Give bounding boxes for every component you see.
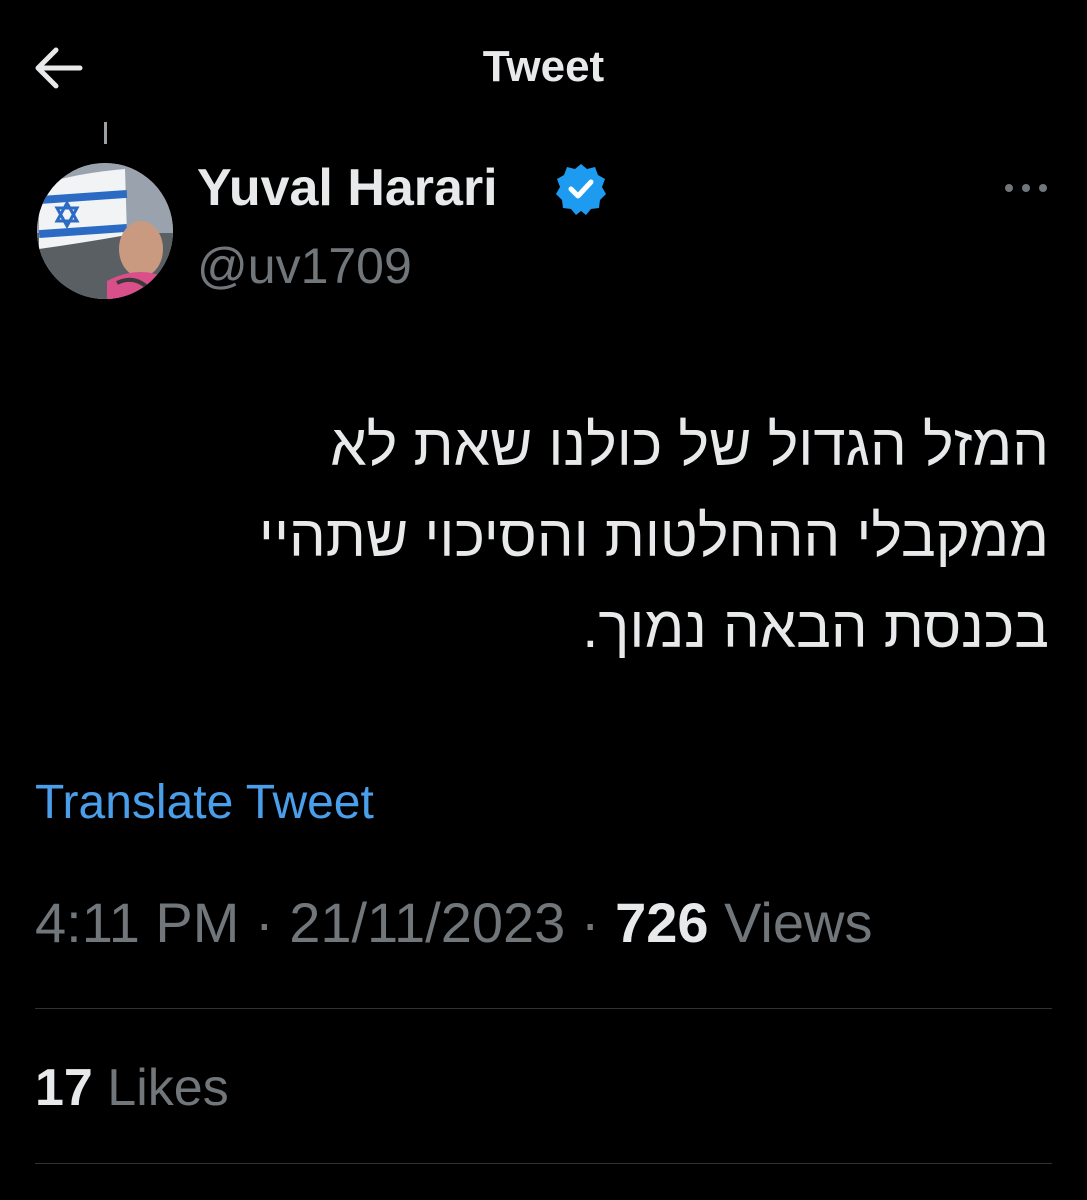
tweet-text-line: בכנסת הבאה נמוך. [582,595,1049,660]
likes-stat[interactable]: 17 Likes [35,1058,229,1118]
divider [35,1008,1052,1009]
meta-separator: · [254,891,274,954]
verified-badge-icon [553,161,609,217]
more-horizontal-icon [1005,184,1047,192]
page-title: Tweet [482,42,605,91]
author-display-name[interactable]: Yuval Harari [197,158,498,218]
tweet-text-line: ממקבלי ההחלטות והסיכוי שתהיי [258,504,1049,569]
meta-separator: · [580,891,600,954]
views-count: 726 [615,891,709,954]
top-bar: Tweet [0,0,1087,130]
divider [35,1163,1052,1164]
translate-tweet-link[interactable]: Translate Tweet [35,775,374,830]
tweet-text: המזל הגדול של כולנו שאת לא ממקבלי ההחלטו… [49,400,1049,673]
likes-count: 17 [35,1059,93,1117]
avatar-image [37,163,173,299]
tweet-time[interactable]: 4:11 PM [35,891,239,954]
avatar[interactable] [37,163,173,299]
views-label: Views [724,891,873,954]
author-handle[interactable]: @uv1709 [197,237,412,295]
likes-label: Likes [107,1059,229,1117]
tweet-date[interactable]: 21/11/2023 [289,891,565,954]
thread-connector-line [104,122,107,144]
tweet-metadata: 4:11 PM · 21/11/2023 · 726 Views [35,890,872,955]
more-options-button[interactable] [996,168,1056,208]
tweet-text-line: המזל הגדול של כולנו שאת לא [330,413,1049,478]
